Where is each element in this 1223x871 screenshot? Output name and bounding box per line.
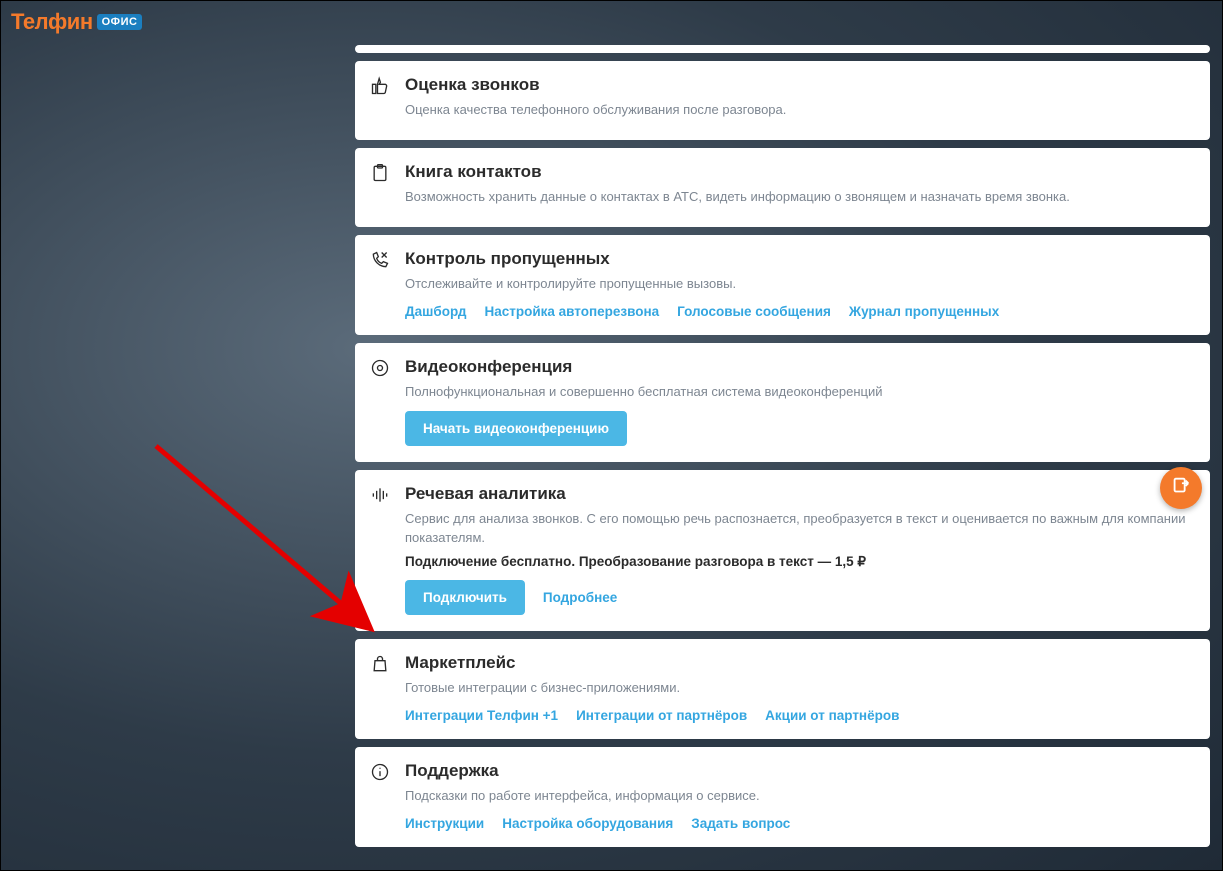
logo-text: Телфин [11, 9, 93, 35]
link-voicemail[interactable]: Голосовые сообщения [677, 304, 831, 319]
thumb-up-icon [369, 75, 391, 97]
card-speech-analytics[interactable]: Речевая аналитика Сервис для анализа зво… [355, 470, 1210, 631]
card-list: Оценка звонков Оценка качества телефонно… [355, 45, 1210, 858]
card-links: Инструкции Настройка оборудования Задать… [405, 816, 1192, 831]
floating-action-button[interactable] [1160, 467, 1202, 509]
card-call-rating[interactable]: Оценка звонков Оценка качества телефонно… [355, 61, 1210, 140]
card-links: Интеграции Телфин +1 Интеграции от партн… [405, 708, 1192, 723]
link-ask[interactable]: Задать вопрос [691, 816, 790, 831]
link-setup[interactable]: Настройка оборудования [502, 816, 673, 831]
card-desc: Возможность хранить данные о контактах в… [405, 188, 1192, 207]
card-desc: Готовые интеграции с бизнес-приложениями… [405, 679, 1192, 698]
start-videoconf-button[interactable]: Начать видеоконференцию [405, 411, 627, 446]
card-title: Речевая аналитика [405, 484, 1192, 504]
card-title: Видеоконференция [405, 357, 1192, 377]
logo: Телфин ОФИС [11, 9, 142, 35]
card-desc: Подсказки по работе интерфейса, информац… [405, 787, 1192, 806]
link-autocallback[interactable]: Настройка автоперезвона [484, 304, 659, 319]
card-desc: Оценка качества телефонного обслуживания… [405, 101, 1192, 120]
link-dashboard[interactable]: Дашборд [405, 304, 466, 319]
missed-call-icon [369, 249, 391, 271]
link-more[interactable]: Подробнее [543, 590, 617, 605]
card-stub [355, 45, 1210, 53]
card-marketplace[interactable]: Маркетплейс Готовые интеграции с бизнес-… [355, 639, 1210, 739]
clipboard-icon [369, 162, 391, 184]
bag-icon [369, 653, 391, 675]
card-price: Подключение бесплатно. Преобразование ра… [405, 554, 1192, 570]
card-support[interactable]: Поддержка Подсказки по работе интерфейса… [355, 747, 1210, 847]
card-actions: Подключить Подробнее [405, 580, 1192, 615]
card-missed-calls[interactable]: Контроль пропущенных Отслеживайте и конт… [355, 235, 1210, 335]
logo-badge: ОФИС [97, 14, 143, 30]
info-icon [369, 761, 391, 783]
card-desc: Сервис для анализа звонков. С его помощь… [405, 510, 1192, 548]
link-integrations-partners[interactable]: Интеграции от партнёров [576, 708, 747, 723]
connect-button[interactable]: Подключить [405, 580, 525, 615]
link-instructions[interactable]: Инструкции [405, 816, 484, 831]
link-integrations-telfin[interactable]: Интеграции Телфин +1 [405, 708, 558, 723]
video-icon [369, 357, 391, 379]
card-contacts[interactable]: Книга контактов Возможность хранить данн… [355, 148, 1210, 227]
card-title: Маркетплейс [405, 653, 1192, 673]
card-title: Контроль пропущенных [405, 249, 1192, 269]
link-partner-promos[interactable]: Акции от партнёров [765, 708, 899, 723]
card-desc: Отслеживайте и контролируйте пропущенные… [405, 275, 1192, 294]
card-title: Книга контактов [405, 162, 1192, 182]
waveform-icon [369, 484, 391, 506]
card-desc: Полнофункциональная и совершенно бесплат… [405, 383, 1192, 402]
card-videoconf[interactable]: Видеоконференция Полнофункциональная и с… [355, 343, 1210, 463]
card-title: Оценка звонков [405, 75, 1192, 95]
link-missed-log[interactable]: Журнал пропущенных [849, 304, 999, 319]
card-title: Поддержка [405, 761, 1192, 781]
export-icon [1170, 475, 1192, 502]
card-links: Дашборд Настройка автоперезвона Голосовы… [405, 304, 1192, 319]
card-actions: Начать видеоконференцию [405, 411, 1192, 446]
